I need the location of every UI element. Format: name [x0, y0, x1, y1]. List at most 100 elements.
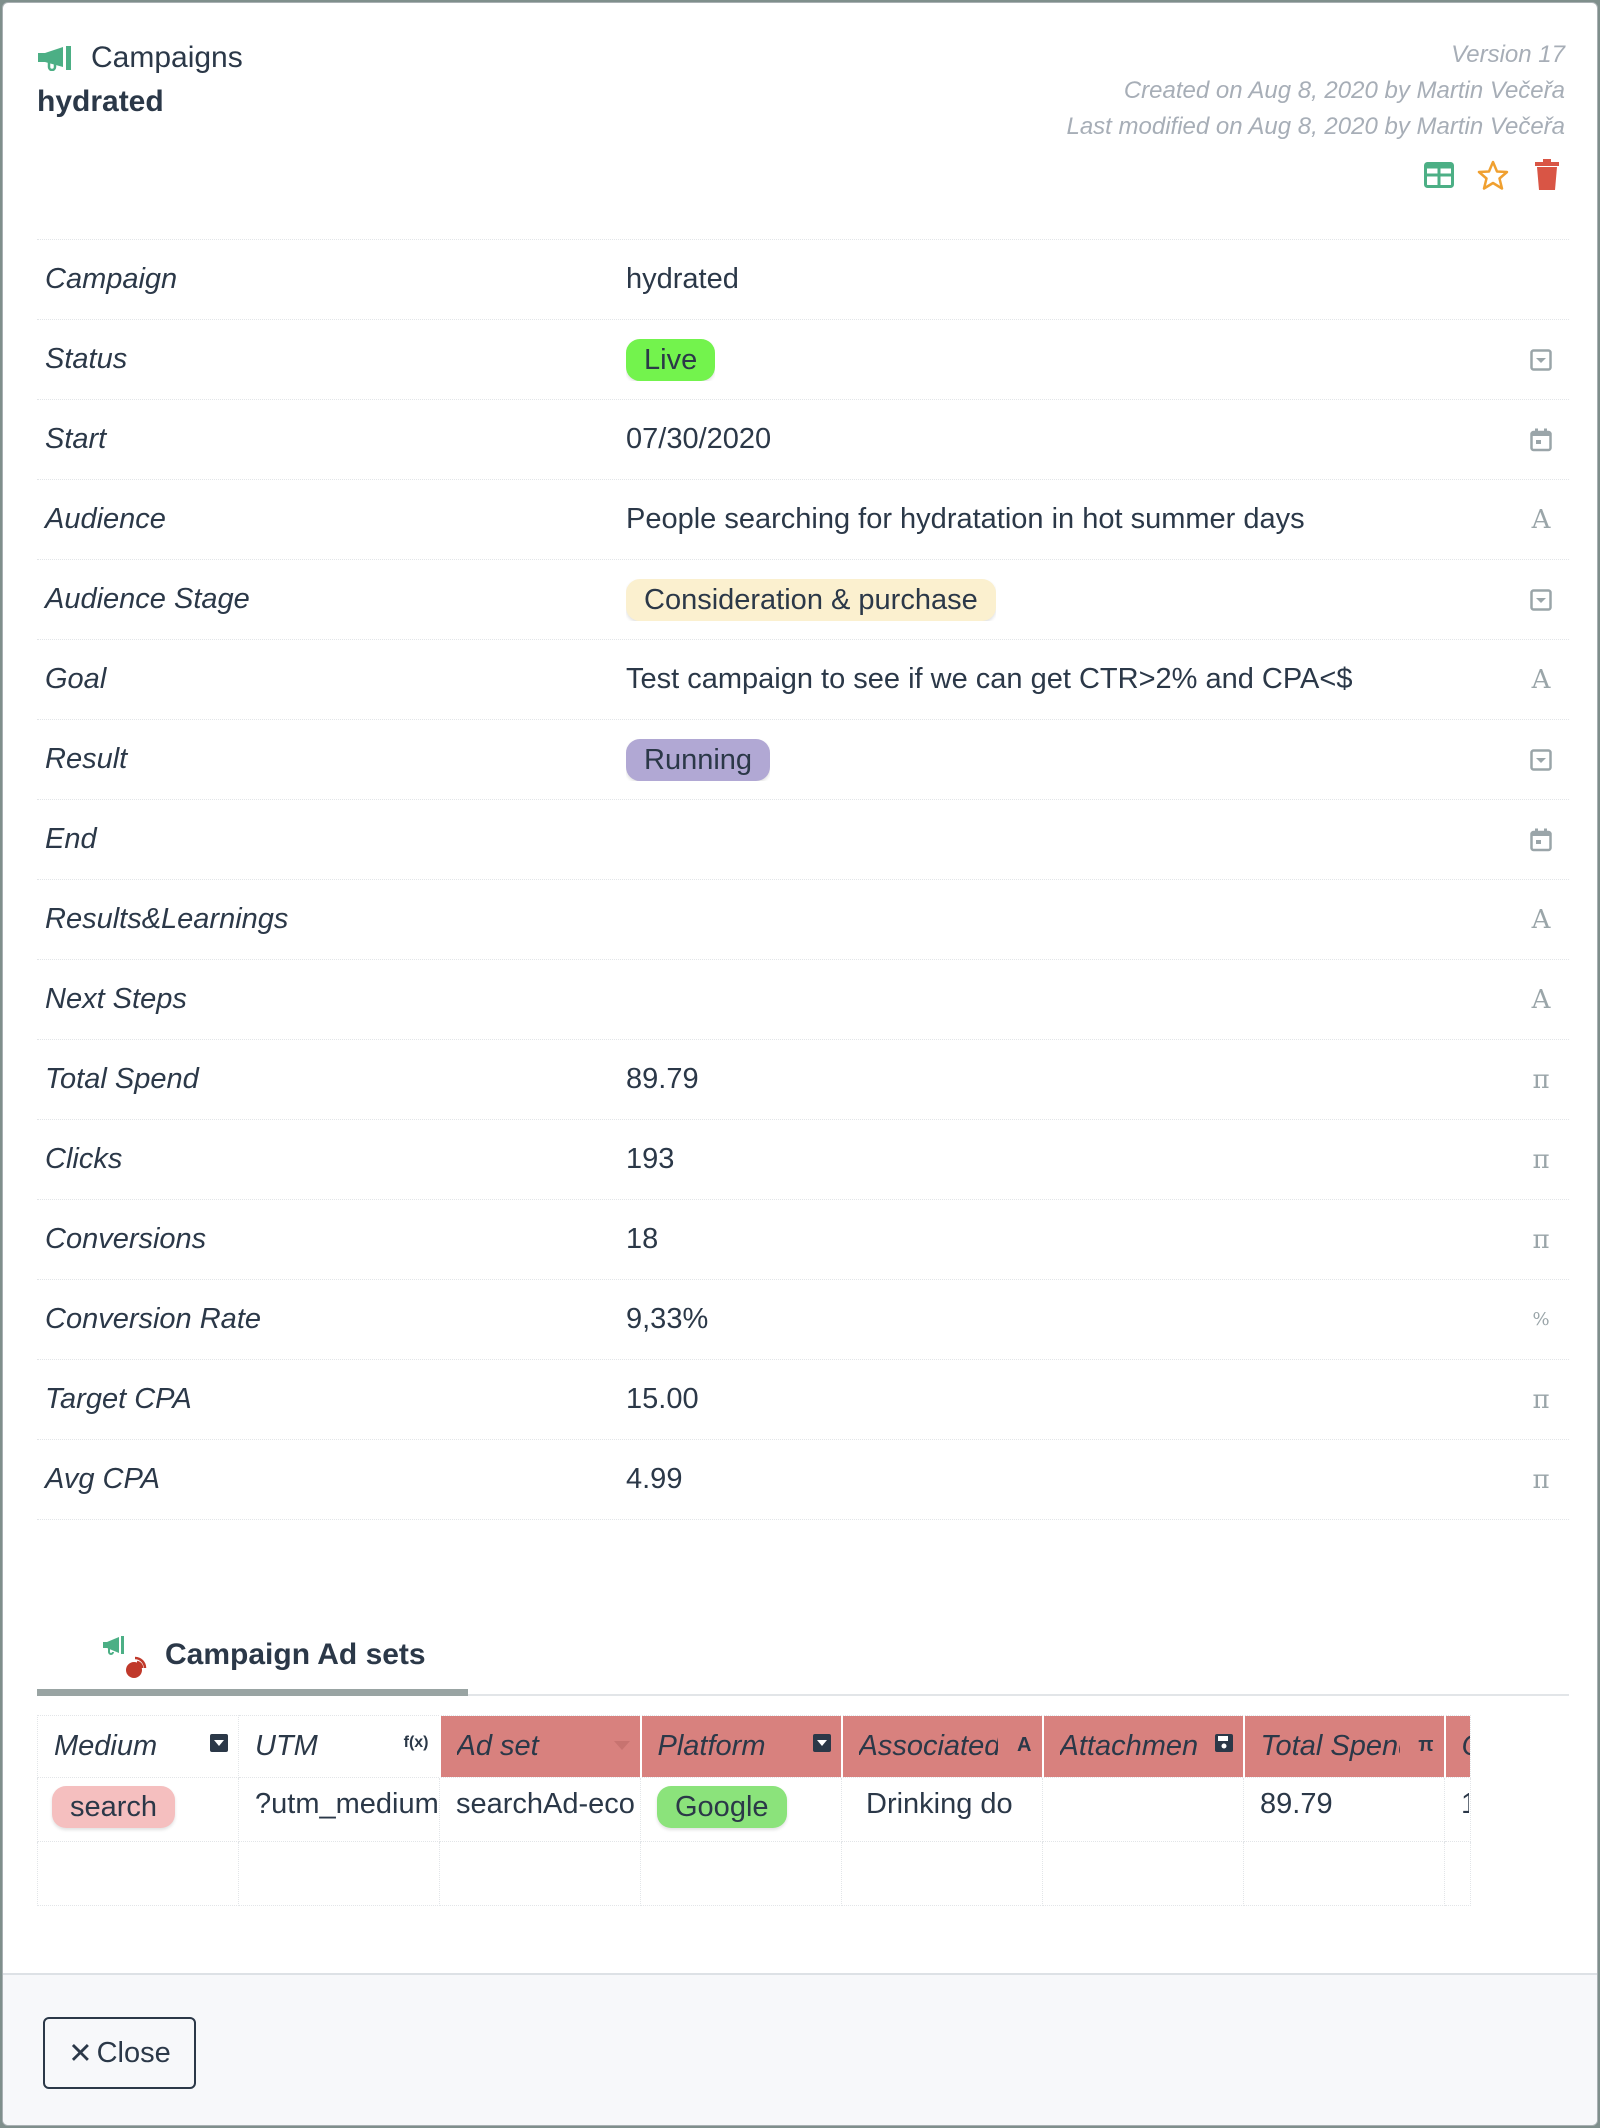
column-header[interactable]: Total Spend π — [1242, 1715, 1445, 1778]
record-title: hydrated — [37, 85, 164, 118]
attachment-icon — [1214, 1734, 1233, 1758]
field-value[interactable]: 9,33% — [626, 1303, 708, 1336]
formula-icon: π — [1418, 1734, 1434, 1756]
field-value[interactable]: 193 — [626, 1143, 674, 1176]
cell-text: searchAd-eco — [456, 1788, 635, 1820]
empty-cell[interactable] — [439, 1841, 641, 1906]
field-label: Start — [45, 423, 107, 455]
collection-name[interactable]: Campaigns — [91, 41, 243, 75]
empty-cell[interactable] — [841, 1841, 1043, 1906]
column-header[interactable]: Platform — [639, 1715, 842, 1778]
field-row[interactable]: Result Running — [37, 720, 1569, 800]
cell-attachment[interactable] — [1042, 1777, 1244, 1842]
empty-cell[interactable] — [1243, 1841, 1445, 1906]
field-row[interactable]: Results&Learnings A — [37, 880, 1569, 960]
field-label: Next Steps — [45, 983, 187, 1015]
column-header-label: C — [1462, 1730, 1471, 1763]
field-row[interactable]: Avg CPA 4.99 π — [37, 1440, 1569, 1520]
field-label: End — [45, 823, 97, 855]
column-header-label: Attachmen — [1059, 1730, 1199, 1762]
field-label: Target CPA — [45, 1383, 192, 1415]
delete-button[interactable] — [1531, 159, 1563, 191]
sort-icon — [613, 1734, 630, 1757]
column-header-label: Ad set — [456, 1730, 539, 1762]
percent-icon: % — [1532, 1309, 1550, 1330]
field-value[interactable]: Test campaign to see if we can get CTR>2… — [626, 663, 1352, 696]
field-value[interactable]: People searching for hydratation in hot … — [626, 503, 1305, 536]
cell-total-spend[interactable]: 89.79 — [1243, 1777, 1445, 1842]
field-value[interactable]: 18 — [626, 1223, 658, 1256]
cell-associated[interactable]: Drinking do — [841, 1777, 1043, 1842]
field-row[interactable]: Conversions 18 π — [37, 1200, 1569, 1280]
trash-icon — [1535, 159, 1559, 190]
column-header-label: Associated — [858, 1730, 998, 1762]
field-row[interactable]: Start 07/30/2020 — [37, 400, 1569, 480]
field-value[interactable]: 15.00 — [626, 1383, 699, 1416]
field-value[interactable]: 89.79 — [626, 1063, 699, 1096]
table-row[interactable]: search ?utm_medium searchAd-eco Google Drink… — [37, 1777, 1471, 1842]
close-button[interactable]: ✕ Close — [43, 2017, 196, 2089]
cell-utm[interactable]: ?utm_medium — [238, 1777, 440, 1842]
option-badge: Consideration & purchase — [626, 578, 996, 621]
option-badge: Running — [626, 738, 771, 781]
column-header-label: Platform — [657, 1730, 766, 1762]
empty-cell[interactable] — [1042, 1841, 1244, 1906]
cell-c[interactable]: 1 — [1444, 1777, 1471, 1842]
dropdown-icon — [1529, 748, 1553, 772]
column-header[interactable]: Ad set — [438, 1715, 641, 1778]
field-value[interactable]: hydrated — [626, 263, 739, 296]
field-row[interactable]: Conversion Rate 9,33%% — [37, 1280, 1569, 1360]
text-icon: A — [1017, 1734, 1032, 1756]
field-row[interactable]: Status Live — [37, 320, 1569, 400]
column-header[interactable]: Attachmen — [1041, 1715, 1244, 1778]
record-modal: Campaigns hydrated Version 17 Created on… — [2, 2, 1598, 2126]
empty-cell[interactable] — [238, 1841, 440, 1906]
field-row[interactable]: Total Spend 89.79 π — [37, 1040, 1569, 1120]
megaphone-icon — [38, 46, 71, 71]
field-label: Result — [45, 743, 128, 775]
field-row[interactable]: Campaign hydrated — [37, 240, 1569, 320]
table-view-button[interactable] — [1423, 159, 1455, 191]
field-value[interactable]: Running — [626, 738, 771, 781]
field-value[interactable]: 07/30/2020 — [626, 423, 771, 456]
field-label: Total Spend — [45, 1063, 199, 1095]
modal-footer: ✕ Close — [3, 1973, 1597, 2125]
empty-cell[interactable] — [640, 1841, 842, 1906]
calendar-icon — [1529, 428, 1553, 452]
column-header[interactable]: C — [1443, 1715, 1471, 1778]
cell-adset[interactable]: searchAd-eco — [439, 1777, 641, 1842]
field-row[interactable]: Goal Test campaign to see if we can get C… — [37, 640, 1569, 720]
field-value[interactable]: 4.99 — [626, 1463, 682, 1496]
record-actions — [1423, 159, 1563, 191]
column-header[interactable]: UTM f(x) — [238, 1715, 440, 1778]
cell-medium[interactable]: search — [37, 1777, 239, 1842]
option-badge: Live — [626, 338, 716, 381]
dropdown-icon — [1529, 348, 1553, 372]
column-header[interactable]: Associated A — [840, 1715, 1043, 1778]
empty-cell[interactable] — [1444, 1841, 1471, 1906]
empty-row[interactable] — [37, 1841, 1471, 1906]
grid-icon — [1424, 162, 1454, 188]
cell-text: 89.79 — [1260, 1788, 1333, 1820]
formula-icon: π — [1532, 1144, 1550, 1175]
adsets-tab-bar: Campaign Ad sets — [37, 1618, 1569, 1696]
close-icon: ✕ — [68, 2037, 93, 2070]
cell-platform[interactable]: Google — [640, 1777, 842, 1842]
field-row[interactable]: Target CPA 15.00 π — [37, 1360, 1569, 1440]
formula-icon: π — [1532, 1064, 1550, 1095]
collection-title: Campaigns — [37, 41, 243, 75]
field-label: Conversion Rate — [45, 1303, 261, 1335]
record-header: Campaigns hydrated Version 17 Created on… — [3, 3, 1597, 240]
field-value[interactable]: Live — [626, 338, 716, 381]
tab-campaign-ad-sets[interactable]: Campaign Ad sets — [37, 1618, 468, 1696]
field-row[interactable]: Audience Stage Consideration & purchase — [37, 560, 1569, 640]
field-row[interactable]: End — [37, 800, 1569, 880]
record-meta: Version 17 Created on Aug 8, 2020 by Mar… — [1066, 37, 1565, 145]
field-value[interactable]: Consideration & purchase — [626, 578, 996, 621]
column-header[interactable]: Medium — [37, 1715, 239, 1778]
field-row[interactable]: Next Steps A — [37, 960, 1569, 1040]
field-row[interactable]: Clicks 193 π — [37, 1120, 1569, 1200]
field-row[interactable]: Audience People searching for hydratation… — [37, 480, 1569, 560]
favorite-button[interactable] — [1477, 159, 1509, 191]
empty-cell[interactable] — [37, 1841, 239, 1906]
